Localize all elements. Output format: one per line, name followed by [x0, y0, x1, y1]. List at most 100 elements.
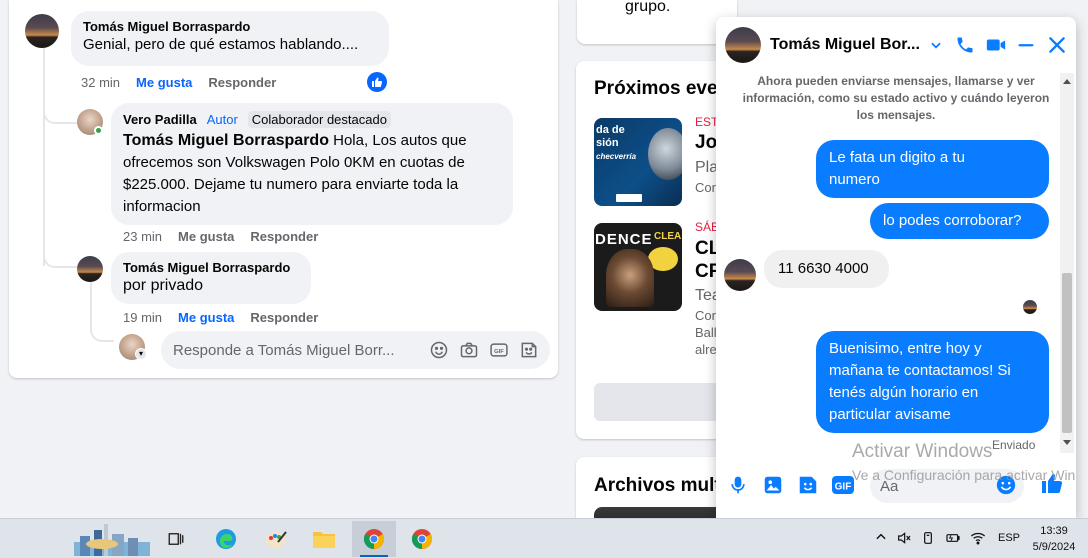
files-title: Archivos multi — [594, 475, 726, 496]
chat-message-avatar — [724, 259, 756, 291]
thread-line-main — [43, 48, 45, 266]
volume-muted-icon[interactable] — [896, 530, 912, 549]
like-reaction-icon[interactable] — [367, 72, 387, 92]
usb-device-icon[interactable] — [920, 530, 936, 549]
paint-app-icon[interactable] — [254, 521, 298, 557]
scroll-down-arrow[interactable] — [1063, 440, 1071, 445]
comment-text: Genial, pero de qué estamos hablando.... — [83, 36, 359, 53]
comment-text: Tomás Miguel Borraspardo Hola, Los autos… — [123, 130, 501, 218]
comment-text-line2: ofrecemos son Volkswagen Polo 0KM en cuo… — [123, 154, 465, 171]
comment-actions-1: 32 min Me gusta Responder — [81, 75, 276, 90]
chevron-down-icon[interactable] — [924, 33, 948, 57]
see-all-events-button[interactable] — [594, 383, 736, 421]
like-button[interactable]: Me gusta — [136, 75, 192, 90]
taskbar-clock[interactable]: 13:39 5/9/2024 — [1024, 523, 1084, 555]
reply-input[interactable] — [173, 341, 423, 359]
svg-text:GIF: GIF — [494, 349, 504, 355]
event-thumbnail-2[interactable]: DENCE CLEA — [594, 223, 682, 311]
clock-date: 5/9/2024 — [1032, 541, 1076, 553]
chat-contact-name[interactable]: Tomás Miguel Bor... — [770, 36, 922, 54]
emoji-icon[interactable] — [994, 473, 1018, 497]
avatar-tomas[interactable] — [25, 14, 59, 48]
reply-button[interactable]: Responder — [250, 310, 318, 325]
comment-bubble-2: Vero Padilla Autor Colaborador destacado… — [111, 103, 513, 225]
reply-button[interactable]: Responder — [208, 75, 276, 90]
thumb-line: checverría — [596, 152, 637, 161]
thumbs-up-icon[interactable] — [1040, 471, 1064, 495]
phone-icon[interactable] — [953, 33, 977, 57]
event-thumbnail-1[interactable]: da de sión checverría — [594, 118, 682, 206]
sticker-icon[interactable] — [796, 473, 820, 497]
comment-author[interactable]: Vero Padilla — [123, 112, 197, 127]
file-explorer-icon[interactable] — [302, 521, 346, 557]
wifi-icon[interactable] — [970, 530, 986, 549]
event-thumb-text: CLEA — [654, 231, 682, 242]
photo-icon[interactable] — [761, 473, 785, 497]
reply-composer[interactable]: GIF — [161, 331, 550, 369]
thread-line-reply — [90, 282, 92, 322]
group-text-fragment: grupo. — [625, 0, 671, 15]
message-line: numero — [829, 171, 880, 188]
comment-author[interactable]: Tomás Miguel Borraspardo — [123, 260, 299, 275]
top-contributor-badge: Colaborador destacado — [247, 111, 391, 128]
message-line: mañana te contactamos! Si — [829, 362, 1011, 379]
mention-link[interactable]: Tomás Miguel Borraspardo — [123, 132, 329, 149]
chevron-up-icon[interactable] — [874, 530, 888, 547]
sent-status: Enviado — [992, 438, 1036, 452]
scrollbar-thumb[interactable] — [1062, 273, 1072, 433]
comments-card: Tomás Miguel Borraspardo Genial, pero de… — [9, 0, 558, 378]
event-thumb-portrait — [648, 128, 682, 180]
chat-composer: GIF — [716, 465, 1076, 505]
upcoming-events-card: Próximos even da de sión checverría EST … — [576, 61, 736, 439]
sticker-icon[interactable] — [518, 339, 540, 361]
avatar-tomas[interactable] — [77, 256, 103, 282]
events-title: Próximos even — [594, 78, 730, 99]
chat-header[interactable]: Tomás Miguel Bor... — [716, 17, 1076, 73]
minimize-icon[interactable] — [1014, 33, 1038, 57]
comment-author[interactable]: Tomás Miguel Borraspardo — [83, 19, 377, 34]
camera-icon[interactable] — [458, 339, 480, 361]
message-outgoing: lo podes corroborar? — [870, 203, 1049, 239]
gif-icon[interactable]: GIF — [488, 339, 510, 361]
message-line: Buenisimo, entre hoy y — [829, 340, 982, 357]
widgets-weather-icon[interactable] — [74, 522, 150, 556]
comment-time[interactable]: 19 min — [123, 310, 162, 325]
online-status-dot — [94, 126, 103, 135]
comment-time[interactable]: 32 min — [81, 75, 120, 90]
thumb-line: da de — [596, 124, 625, 136]
chat-messages[interactable]: Ahora pueden enviarse mensajes, llamarse… — [716, 73, 1060, 453]
chat-info-notice: Ahora pueden enviarse mensajes, llamarse… — [742, 74, 1050, 122]
battery-icon[interactable] — [944, 530, 962, 549]
comment-bubble-3: Tomás Miguel Borraspardo por privado — [111, 252, 311, 304]
comment-time[interactable]: 23 min — [123, 229, 162, 244]
edge-browser-icon[interactable] — [204, 521, 248, 557]
microphone-icon[interactable] — [726, 473, 750, 497]
emoji-icon[interactable] — [428, 339, 450, 361]
message-outgoing: Le fata un digito a tu numero — [816, 140, 1049, 198]
group-about-card: grupo. — [577, 0, 737, 44]
like-button[interactable]: Me gusta — [178, 229, 234, 244]
message-incoming: 11 6630 4000 — [764, 250, 889, 288]
video-call-icon[interactable] — [984, 33, 1008, 57]
thumb-line: sión — [596, 137, 619, 149]
author-badge: Autor — [206, 112, 238, 127]
task-view-icon[interactable] — [154, 521, 198, 557]
avatar-dropdown-icon[interactable]: ▾ — [135, 348, 147, 360]
chat-scrollbar[interactable] — [1060, 73, 1074, 453]
event-meta-line: alre — [695, 342, 717, 357]
svg-text:GIF: GIF — [835, 482, 852, 493]
chrome-icon[interactable] — [400, 521, 444, 557]
gif-icon[interactable]: GIF — [831, 473, 855, 497]
chrome-icon-active[interactable] — [352, 521, 396, 557]
message-outgoing: Buenisimo, entre hoy y mañana te contact… — [816, 331, 1049, 433]
seen-avatar — [1023, 300, 1037, 314]
scroll-up-arrow[interactable] — [1063, 79, 1071, 84]
comment-text-line4: informacion — [123, 198, 201, 215]
chat-avatar[interactable] — [725, 27, 761, 63]
close-icon[interactable] — [1045, 33, 1069, 57]
message-line: particular avisame — [829, 406, 951, 423]
input-language[interactable]: ESP — [998, 532, 1020, 544]
thread-connector-reply1 — [43, 100, 77, 124]
reply-button[interactable]: Responder — [250, 229, 318, 244]
like-button[interactable]: Me gusta — [178, 310, 234, 325]
